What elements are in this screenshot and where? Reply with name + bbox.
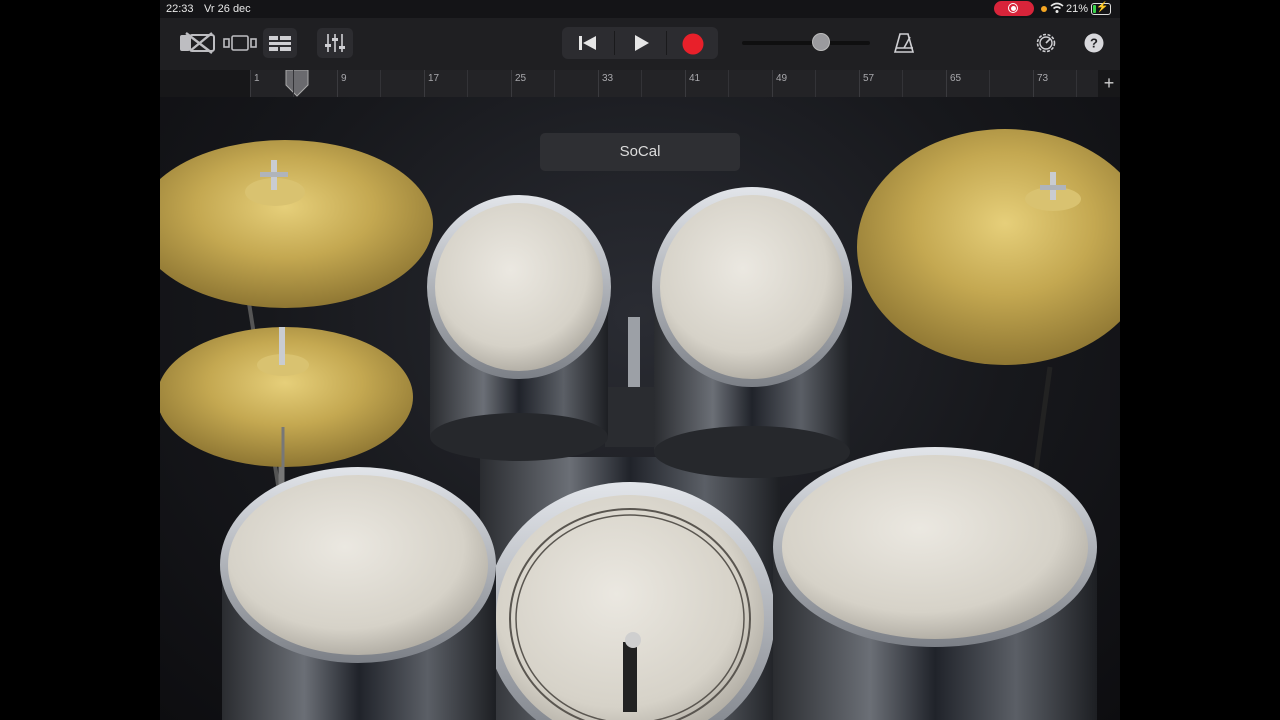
- ruler-bar-number: 33: [602, 73, 614, 84]
- ruler-tick: [598, 70, 599, 97]
- drum-kit-selector[interactable]: SoCal: [540, 133, 740, 171]
- mixer-icon: [325, 34, 345, 52]
- bass-drum[interactable]: [480, 457, 780, 720]
- drum-kit-stage: SoCal: [160, 97, 1120, 720]
- toolbar: ?: [160, 18, 1120, 70]
- ipad-screen: 22:33 Vr 26 dec 21% ⚡ ? + 1 9 17 25 33 4…: [160, 0, 1120, 720]
- metronome-icon[interactable]: [893, 32, 915, 54]
- mic-indicator-icon: [1041, 6, 1047, 12]
- ruler-tick: [685, 70, 686, 97]
- ruler-subtick: [728, 70, 729, 97]
- floor-tom[interactable]: [773, 447, 1097, 720]
- ruler-bar-number: 57: [863, 73, 875, 84]
- tom-left[interactable]: [427, 195, 611, 461]
- transport-controls: [562, 27, 718, 59]
- playhead-icon[interactable]: [285, 70, 309, 97]
- master-volume-track[interactable]: [742, 41, 870, 45]
- ruler-bar-number: 65: [950, 73, 962, 84]
- crash-cymbal-left[interactable]: [160, 140, 433, 308]
- ruler-subtick: [380, 70, 381, 97]
- ruler-bar-number: 73: [1037, 73, 1049, 84]
- tom-right[interactable]: [652, 187, 852, 478]
- mixer-button[interactable]: [317, 28, 353, 58]
- ruler-bar-number: 17: [428, 73, 440, 84]
- snare-drum[interactable]: [220, 467, 496, 720]
- browser-view-icon[interactable]: [223, 32, 257, 54]
- help-icon[interactable]: ?: [1083, 32, 1105, 54]
- play-icon[interactable]: [628, 33, 654, 53]
- ruler-bar-number: 41: [689, 73, 701, 84]
- status-bar: 22:33 Vr 26 dec 21% ⚡: [160, 0, 1120, 18]
- ruler-bar-number: 25: [515, 73, 527, 84]
- ruler-subtick: [902, 70, 903, 97]
- ruler-tick: [511, 70, 512, 97]
- ruler-bar-number: 1: [254, 73, 260, 84]
- track-controls-icon: [269, 36, 291, 51]
- crash-cymbal-right[interactable]: [857, 129, 1120, 365]
- ruler-bar-number: 9: [341, 73, 347, 84]
- ruler-bar-number: 49: [776, 73, 788, 84]
- battery-icon: ⚡: [1091, 2, 1111, 15]
- ruler-tick: [250, 70, 251, 97]
- battery-percentage: 21%: [1066, 3, 1089, 15]
- ruler-tick: [946, 70, 947, 97]
- screen-recording-icon[interactable]: [994, 1, 1034, 16]
- drum-kit-illustration: [160, 129, 1120, 720]
- ruler-tick: [424, 70, 425, 97]
- settings-icon[interactable]: [1035, 32, 1057, 54]
- ruler-subtick: [989, 70, 990, 97]
- status-date: Vr 26 dec: [204, 3, 251, 15]
- ruler-subtick: [1076, 70, 1077, 97]
- ruler-tick: [337, 70, 338, 97]
- svg-text:?: ?: [1090, 36, 1098, 51]
- ruler-subtick: [467, 70, 468, 97]
- timeline-ruler[interactable]: + 1 9 17 25 33 41 49 57 65 73: [160, 70, 1120, 97]
- ruler-tick: [1033, 70, 1034, 97]
- record-icon[interactable]: [681, 32, 705, 56]
- ruler-tick: [772, 70, 773, 97]
- ruler-subtick: [815, 70, 816, 97]
- add-section-button[interactable]: +: [1098, 72, 1120, 94]
- wifi-icon: [1050, 2, 1064, 13]
- tracks-view-icon[interactable]: [178, 30, 216, 56]
- ruler-tick: [859, 70, 860, 97]
- ruler-subtick: [641, 70, 642, 97]
- ruler-subtick: [293, 70, 294, 97]
- master-volume-slider[interactable]: [812, 33, 831, 51]
- track-controls-button[interactable]: [263, 28, 297, 58]
- rewind-icon[interactable]: [575, 33, 601, 53]
- status-time: 22:33: [166, 3, 194, 15]
- ruler-subtick: [554, 70, 555, 97]
